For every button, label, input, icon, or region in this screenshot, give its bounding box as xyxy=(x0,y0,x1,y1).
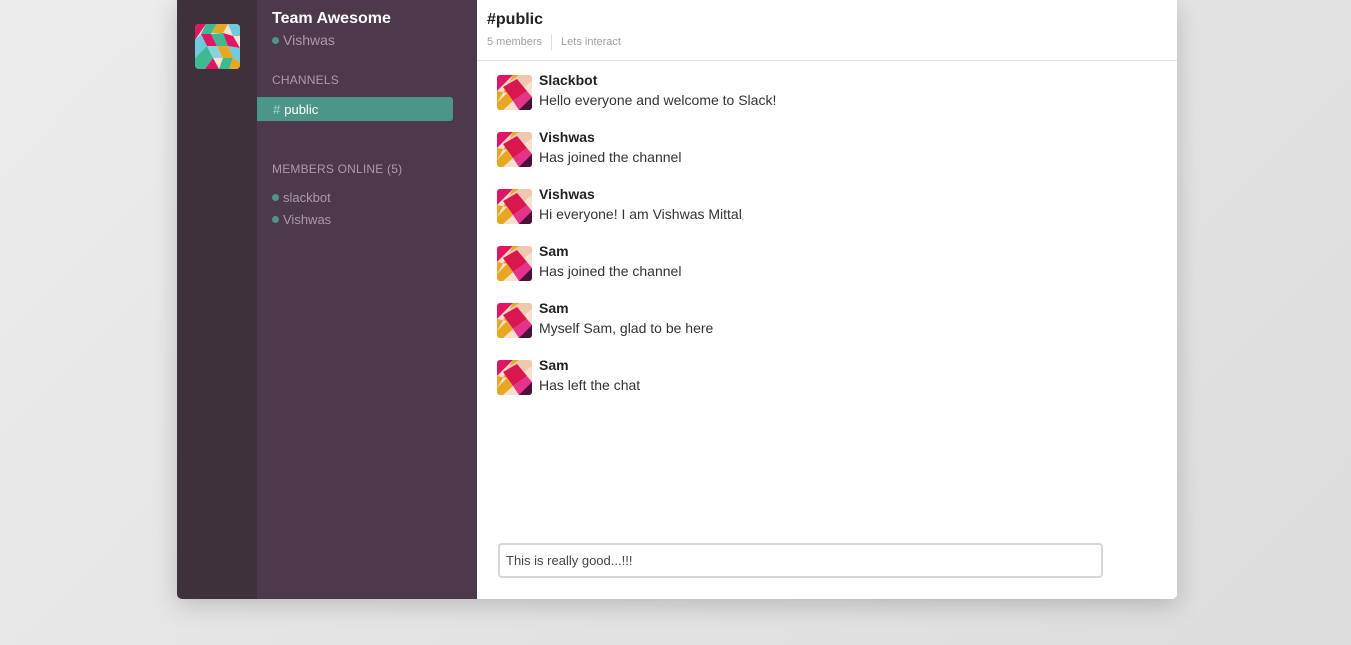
user-avatar-icon[interactable] xyxy=(497,132,532,167)
member-item-slackbot[interactable]: slackbot xyxy=(272,190,331,205)
presence-dot-icon xyxy=(272,36,279,44)
divider xyxy=(551,34,553,50)
channel-name: public xyxy=(284,101,319,117)
message-author[interactable]: Sam xyxy=(539,357,569,373)
message-author[interactable]: Slackbot xyxy=(539,72,597,88)
main-panel: #public 5 members Lets interact Slackbot… xyxy=(477,0,1177,599)
message: Vishwas Hi everyone! I am Vishwas Mittal xyxy=(497,186,1177,243)
message: Vishwas Has joined the channel xyxy=(497,129,1177,186)
message: Sam Has joined the channel xyxy=(497,243,1177,300)
user-avatar-icon[interactable] xyxy=(497,75,532,110)
current-user-name: Vishwas xyxy=(283,32,335,48)
current-user-status[interactable]: Vishwas xyxy=(272,32,335,48)
message-text: Hi everyone! I am Vishwas Mittal xyxy=(539,206,742,222)
message: Slackbot Hello everyone and welcome to S… xyxy=(497,72,1177,129)
team-name[interactable]: Team Awesome xyxy=(272,10,391,28)
message-text: Has joined the channel xyxy=(539,263,682,279)
message-author[interactable]: Sam xyxy=(539,300,569,316)
sidebar: Team Awesome Vishwas CHANNELS # public M… xyxy=(257,0,477,599)
presence-dot-icon xyxy=(272,194,279,201)
channel-meta: 5 members Lets interact xyxy=(487,34,621,50)
member-item-vishwas[interactable]: Vishwas xyxy=(272,212,331,227)
channel-header: #public 5 members Lets interact xyxy=(477,0,1177,61)
message: Sam Myself Sam, glad to be here xyxy=(497,300,1177,357)
message: Sam Has left the chat xyxy=(497,357,1177,414)
user-avatar-icon[interactable] xyxy=(497,189,532,224)
channel-title[interactable]: #public xyxy=(487,11,543,29)
channel-topic[interactable]: Lets interact xyxy=(561,36,621,48)
message-text: Myself Sam, glad to be here xyxy=(539,320,714,336)
message-text: Hello everyone and welcome to Slack! xyxy=(539,92,777,108)
member-name: Vishwas xyxy=(283,212,332,227)
slack-logo-icon[interactable] xyxy=(195,24,240,69)
user-avatar-icon[interactable] xyxy=(497,360,532,395)
members-online-heading[interactable]: MEMBERS ONLINE (5) xyxy=(272,162,402,176)
message-input[interactable] xyxy=(498,543,1103,578)
sidebar-item-public[interactable]: # public xyxy=(257,97,453,121)
message-author[interactable]: Vishwas xyxy=(539,186,595,202)
message-text: Has left the chat xyxy=(539,377,641,393)
presence-dot-icon xyxy=(272,216,279,223)
member-count[interactable]: 5 members xyxy=(487,36,542,48)
channels-heading[interactable]: CHANNELS xyxy=(272,73,339,87)
message-author[interactable]: Sam xyxy=(539,243,569,259)
message-author[interactable]: Vishwas xyxy=(539,129,595,145)
user-avatar-icon[interactable] xyxy=(497,246,532,281)
team-rail xyxy=(177,0,257,599)
member-name: slackbot xyxy=(283,190,331,205)
hash-icon: # xyxy=(273,101,281,117)
slack-window: Team Awesome Vishwas CHANNELS # public M… xyxy=(177,0,1177,599)
message-text: Has joined the channel xyxy=(539,149,682,165)
user-avatar-icon[interactable] xyxy=(497,303,532,338)
message-list: Slackbot Hello everyone and welcome to S… xyxy=(497,72,1177,414)
